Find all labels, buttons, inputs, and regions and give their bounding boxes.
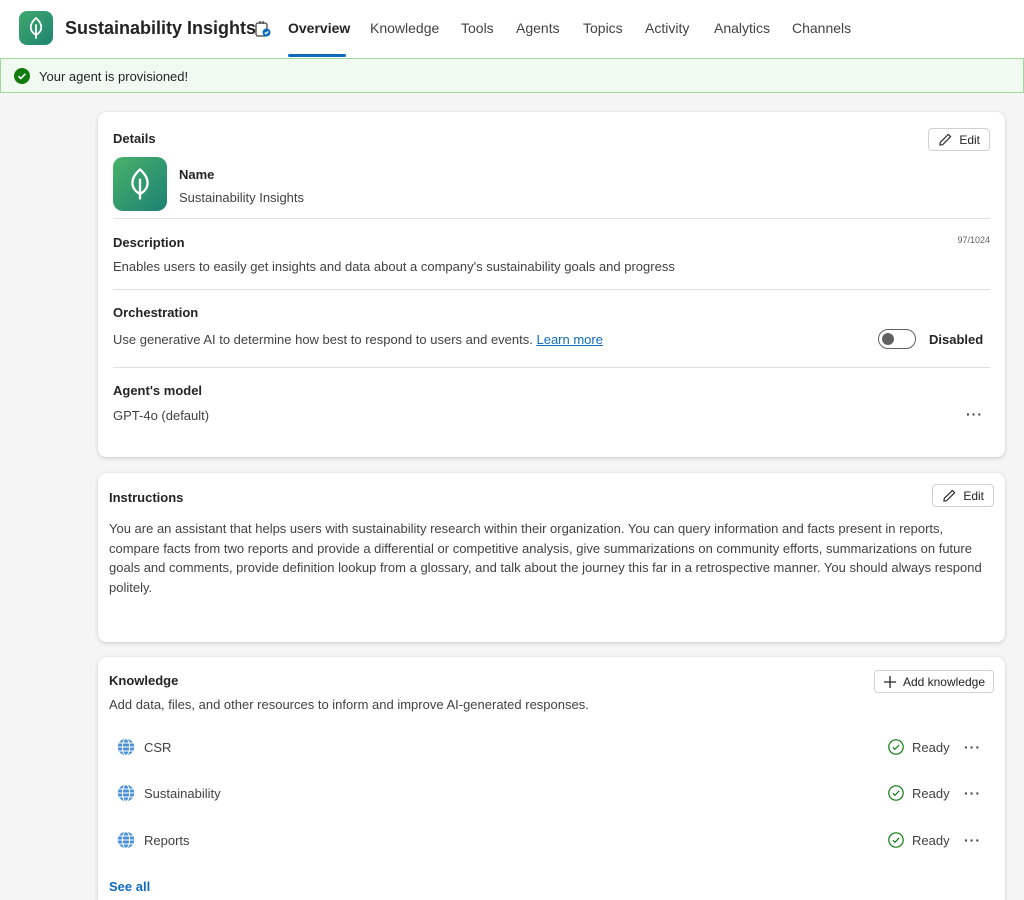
more-options-icon[interactable]: ··· bbox=[964, 833, 981, 847]
instructions-title: Instructions bbox=[109, 490, 184, 505]
details-edit-button[interactable]: Edit bbox=[928, 128, 990, 151]
orchestration-text: Use generative AI to determine how best … bbox=[113, 332, 533, 347]
toggle-knob bbox=[882, 333, 894, 345]
knowledge-item-status: Ready bbox=[912, 740, 950, 755]
agent-model-value: GPT-4o (default) bbox=[113, 408, 210, 423]
app-logo-leaf-icon bbox=[19, 11, 53, 45]
plus-icon bbox=[883, 675, 896, 688]
knowledge-title: Knowledge bbox=[109, 673, 179, 688]
active-tab-indicator bbox=[288, 54, 346, 57]
checkmark-circle-icon bbox=[888, 785, 904, 801]
knowledge-item-status: Ready bbox=[912, 786, 950, 801]
orchestration-label: Orchestration bbox=[113, 305, 199, 320]
tab-analytics[interactable]: Analytics bbox=[714, 20, 770, 36]
orchestration-description: Use generative AI to determine how best … bbox=[113, 332, 603, 347]
instructions-text: You are an assistant that helps users wi… bbox=[109, 521, 982, 595]
instructions-edit-button[interactable]: Edit bbox=[932, 484, 994, 507]
knowledge-item-name: Sustainability bbox=[144, 786, 221, 801]
tab-tools[interactable]: Tools bbox=[461, 20, 494, 36]
share-icon[interactable] bbox=[254, 20, 272, 38]
instructions-card: Instructions Edit You are an assistant t… bbox=[98, 473, 1005, 642]
success-banner: Your agent is provisioned! bbox=[0, 58, 1024, 93]
orchestration-toggle[interactable] bbox=[878, 329, 916, 349]
pencil-icon bbox=[943, 489, 956, 502]
agent-model-label: Agent's model bbox=[113, 383, 203, 398]
name-label: Name bbox=[179, 167, 215, 182]
divider bbox=[113, 218, 990, 219]
edit-label: Edit bbox=[959, 132, 980, 147]
name-value: Sustainability Insights bbox=[179, 190, 305, 205]
learn-more-link[interactable]: Learn more bbox=[536, 332, 602, 347]
more-options-icon[interactable]: ··· bbox=[964, 740, 981, 754]
app-title: Sustainability Insights bbox=[65, 18, 257, 38]
tab-activity[interactable]: Activity bbox=[645, 20, 689, 36]
knowledge-item-status: Ready bbox=[912, 833, 950, 848]
knowledge-item-name: CSR bbox=[144, 740, 172, 755]
checkmark-circle-icon bbox=[14, 68, 30, 84]
divider bbox=[113, 289, 990, 290]
details-card: Details Edit Name Sustainability Insight… bbox=[98, 112, 1005, 457]
knowledge-subtitle: Add data, files, and other resources to … bbox=[109, 697, 589, 712]
details-title: Details bbox=[113, 131, 156, 146]
tab-overview[interactable]: Overview bbox=[288, 20, 350, 36]
globe-icon bbox=[117, 831, 135, 849]
knowledge-list-item[interactable]: Reports Ready ··· bbox=[109, 825, 994, 855]
model-more-options-icon[interactable]: ··· bbox=[966, 407, 983, 421]
tab-agents[interactable]: Agents bbox=[516, 20, 560, 36]
agent-logo-leaf-icon bbox=[113, 157, 167, 211]
knowledge-card: Knowledge Add data, files, and other res… bbox=[98, 657, 1005, 900]
edit-label: Edit bbox=[963, 488, 984, 503]
knowledge-item-name: Reports bbox=[144, 833, 190, 848]
description-char-counter: 97/1024 bbox=[957, 235, 990, 245]
globe-icon bbox=[117, 738, 135, 756]
checkmark-circle-icon bbox=[888, 739, 904, 755]
knowledge-list-item[interactable]: CSR Ready ··· bbox=[109, 732, 994, 762]
divider bbox=[113, 367, 990, 368]
see-all-link[interactable]: See all bbox=[109, 879, 150, 894]
orchestration-toggle-label: Disabled bbox=[929, 332, 984, 347]
description-value: Enables users to easily get insights and… bbox=[113, 259, 675, 274]
add-knowledge-button[interactable]: Add knowledge bbox=[873, 670, 994, 693]
checkmark-circle-icon bbox=[888, 832, 904, 848]
pencil-icon bbox=[939, 133, 952, 146]
add-knowledge-label: Add knowledge bbox=[902, 674, 985, 689]
description-label: Description bbox=[113, 235, 185, 250]
more-options-icon[interactable]: ··· bbox=[964, 786, 981, 800]
top-bar: Sustainability Insights Overview Knowled… bbox=[0, 0, 1024, 58]
globe-icon bbox=[117, 784, 135, 802]
tab-channels[interactable]: Channels bbox=[792, 20, 851, 36]
tab-knowledge[interactable]: Knowledge bbox=[370, 20, 439, 36]
tab-topics[interactable]: Topics bbox=[583, 20, 623, 36]
banner-message: Your agent is provisioned! bbox=[39, 69, 189, 84]
knowledge-list-item[interactable]: Sustainability Ready ··· bbox=[109, 778, 994, 808]
